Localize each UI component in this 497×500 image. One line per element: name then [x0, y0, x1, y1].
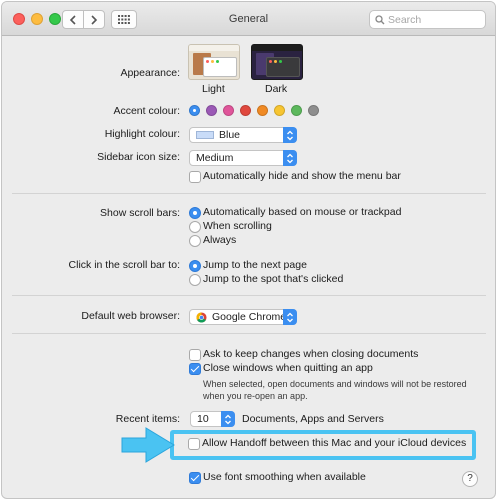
- default-browser-value: Google Chrome: [212, 311, 287, 323]
- scroll-click-next-page-radio[interactable]: [189, 260, 201, 272]
- accent-colour-swatch[interactable]: [189, 105, 200, 116]
- handoff-checkbox[interactable]: [188, 438, 200, 450]
- accent-colour-swatch[interactable]: [291, 105, 302, 116]
- popup-arrows-icon: [283, 309, 297, 325]
- recent-items-popup[interactable]: 10: [190, 411, 235, 427]
- close-windows-label: Close windows when quitting an app: [203, 362, 373, 374]
- scroll-click-next-page-label: Jump to the next page: [203, 259, 307, 271]
- appearance-dark-label: Dark: [265, 83, 288, 95]
- search-field[interactable]: [369, 10, 486, 29]
- accent-colour-swatch[interactable]: [308, 105, 319, 116]
- menu-bar-checkbox[interactable]: [189, 171, 201, 183]
- accent-colour-swatch[interactable]: [240, 105, 251, 116]
- popup-arrows-icon: [221, 411, 235, 427]
- scroll-bars-auto-label: Automatically based on mouse or trackpad: [203, 206, 402, 218]
- separator: [12, 193, 486, 194]
- ask-changes-checkbox[interactable]: [189, 349, 201, 361]
- title-bar: General: [2, 2, 495, 36]
- close-windows-note-line-1: When selected, open documents and window…: [203, 379, 467, 389]
- scroll-click-label: Click in the scroll bar to:: [68, 259, 180, 271]
- appearance-light-label: Light: [202, 83, 225, 95]
- scroll-bars-auto-radio[interactable]: [189, 207, 201, 219]
- accent-colour-swatch[interactable]: [274, 105, 285, 116]
- default-browser-popup[interactable]: Google Chrome: [189, 309, 297, 325]
- popup-arrows-icon: [283, 150, 297, 166]
- highlight-colour-popup[interactable]: Blue: [189, 127, 297, 143]
- sidebar-icon-size-popup[interactable]: Medium: [189, 150, 297, 166]
- highlight-colour-label: Highlight colour:: [104, 128, 180, 140]
- search-input[interactable]: [388, 13, 480, 26]
- font-smoothing-checkbox[interactable]: [189, 472, 201, 484]
- ask-changes-label: Ask to keep changes when closing documen…: [203, 348, 419, 360]
- font-smoothing-label: Use font smoothing when available: [203, 471, 366, 483]
- search-icon: [375, 14, 385, 24]
- menu-bar-label: Automatically hide and show the menu bar: [203, 170, 401, 182]
- scroll-click-spot-label: Jump to the spot that's clicked: [203, 273, 344, 285]
- preferences-window: General Appearance: Light Dark Accent co…: [1, 1, 496, 499]
- appearance-light-thumbnail[interactable]: [188, 44, 240, 80]
- close-windows-note-line-2: when you re-open an app.: [203, 391, 308, 401]
- scroll-bars-scrolling-label: When scrolling: [203, 220, 272, 232]
- accent-colour-swatch[interactable]: [206, 105, 217, 116]
- separator: [12, 295, 486, 296]
- appearance-label: Appearance:: [120, 67, 180, 79]
- accent-colour-swatch[interactable]: [223, 105, 234, 116]
- scroll-bars-always-radio[interactable]: [189, 235, 201, 247]
- close-windows-checkbox[interactable]: [189, 363, 201, 375]
- sidebar-icon-size-value: Medium: [196, 152, 234, 164]
- recent-items-label: Recent items:: [115, 413, 180, 425]
- scroll-click-spot-radio[interactable]: [189, 274, 201, 286]
- recent-items-value: 10: [197, 413, 209, 425]
- popup-arrows-icon: [283, 127, 297, 143]
- sidebar-icon-size-label: Sidebar icon size:: [97, 151, 180, 163]
- default-browser-label: Default web browser:: [81, 310, 180, 322]
- scroll-bars-always-label: Always: [203, 234, 237, 246]
- recent-items-suffix: Documents, Apps and Servers: [242, 413, 384, 425]
- separator: [12, 333, 486, 334]
- show-scroll-bars-label: Show scroll bars:: [100, 207, 180, 219]
- handoff-label: Allow Handoff between this Mac and your …: [202, 437, 467, 449]
- highlight-swatch: [196, 131, 214, 139]
- arrow-annotation-icon: [121, 427, 175, 463]
- accent-colour-label: Accent colour:: [113, 105, 180, 117]
- chrome-icon: [196, 311, 207, 323]
- highlight-colour-value: Blue: [219, 129, 241, 141]
- help-button[interactable]: ?: [462, 471, 478, 487]
- appearance-dark-thumbnail[interactable]: [251, 44, 303, 80]
- scroll-bars-scrolling-radio[interactable]: [189, 221, 201, 233]
- accent-colour-swatch[interactable]: [257, 105, 268, 116]
